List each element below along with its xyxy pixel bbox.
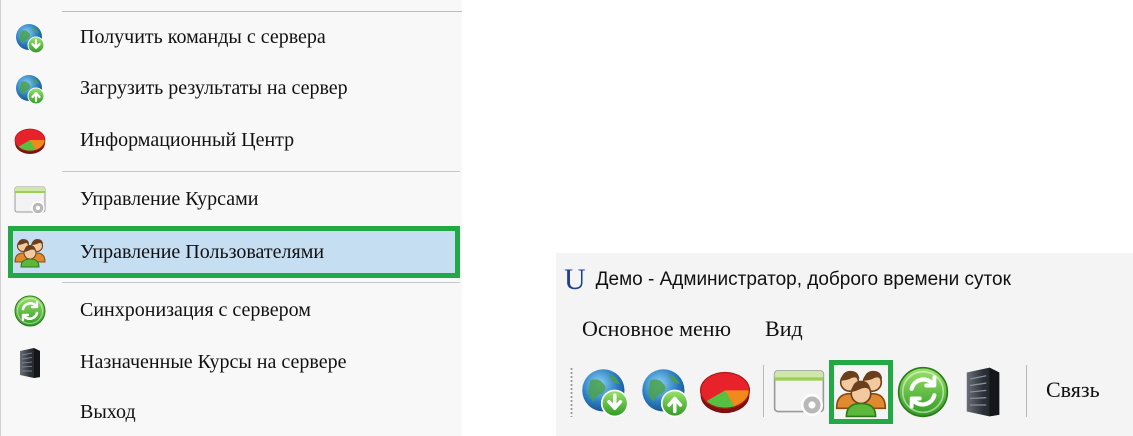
- menu-top-divider: [62, 11, 462, 12]
- menu-item-sync[interactable]: Синхронизация с сервером: [6, 286, 462, 334]
- menu-item-label: Информационный Центр: [80, 128, 295, 151]
- menu-item-info-center[interactable]: Информационный Центр: [6, 116, 462, 164]
- toolbar-separator: [1026, 365, 1027, 417]
- globe-download-icon: [579, 366, 631, 418]
- menu-left-border: [0, 0, 1, 436]
- menu-item-manage-courses[interactable]: Управление Курсами: [6, 175, 462, 223]
- globe-upload-icon: [639, 366, 691, 418]
- toolbar-assigned-courses-button[interactable]: [954, 363, 1012, 421]
- menu-bar: Основное меню Вид: [556, 311, 811, 347]
- toolbar-manage-courses-button[interactable]: [770, 363, 828, 421]
- window-title-bar: U Демо - Администратор, доброго времени …: [564, 265, 1011, 295]
- window-title: Демо - Администратор, доброго времени су…: [595, 269, 1011, 290]
- globe-download-icon: [14, 22, 46, 54]
- menu-item-label: Управление Пользователями: [80, 240, 325, 263]
- users-icon: [835, 366, 887, 418]
- toolbar-get-commands-button[interactable]: [576, 363, 634, 421]
- toolbar-info-center-button[interactable]: [696, 363, 754, 421]
- pie-chart-icon: [14, 125, 46, 157]
- window-settings-icon: [773, 366, 825, 418]
- menubar-main-menu[interactable]: Основное меню: [582, 316, 731, 342]
- toolbar-grip-handle[interactable]: [570, 367, 573, 417]
- menu-item-assigned-courses[interactable]: Назначенные Курсы на сервере: [6, 338, 462, 386]
- menu-item-label: Загрузить результаты на сервер: [80, 76, 348, 99]
- sync-icon: [14, 295, 46, 327]
- app-logo: U: [564, 263, 586, 296]
- toolbar-manage-users-button[interactable]: [829, 360, 893, 424]
- server-icon: [957, 366, 1009, 418]
- menubar-view[interactable]: Вид: [765, 316, 803, 342]
- pie-chart-icon: [699, 366, 751, 418]
- menu-separator: [62, 171, 460, 172]
- app-window: U Демо - Администратор, доброго времени …: [556, 253, 1133, 436]
- menu-item-label: Получить команды с сервера: [80, 25, 326, 48]
- menu-item-label: Назначенные Курсы на сервере: [80, 350, 347, 373]
- menu-item-upload-results[interactable]: Загрузить результаты на сервер: [6, 64, 462, 112]
- toolbar-separator: [763, 365, 764, 417]
- menu-separator: [62, 282, 460, 283]
- toolbar-connection-link[interactable]: Связь: [1046, 377, 1100, 403]
- window-settings-icon: [14, 184, 46, 216]
- toolbar: Связь: [556, 353, 1133, 431]
- toolbar-upload-results-button[interactable]: [636, 363, 694, 421]
- globe-upload-icon: [14, 73, 46, 105]
- menu-item-manage-users[interactable]: Управление Пользователями: [8, 226, 460, 278]
- menu-item-get-commands[interactable]: Получить команды с сервера: [6, 13, 462, 61]
- menu-item-exit[interactable]: Выход: [6, 388, 462, 436]
- menu-item-label: Синхронизация с сервером: [80, 298, 311, 321]
- users-icon: [14, 236, 46, 268]
- main-dropdown-menu: Получить команды с сервера Загрузить рез…: [0, 0, 462, 436]
- menu-item-label: Управление Курсами: [80, 187, 259, 210]
- menu-item-label: Выход: [80, 400, 136, 423]
- sync-icon: [897, 366, 949, 418]
- server-icon: [14, 347, 46, 379]
- toolbar-sync-button[interactable]: [894, 363, 952, 421]
